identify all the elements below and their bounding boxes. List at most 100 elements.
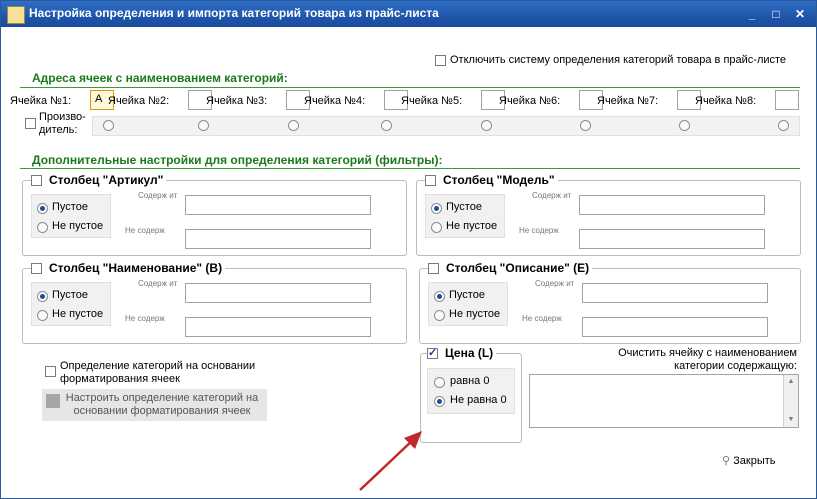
- filter-options: Пустое Не пустое: [428, 282, 508, 326]
- contains-input[interactable]: [582, 283, 768, 303]
- filter-group: Столбец "Артикул" Пустое Не пустое Содерж и…: [22, 173, 407, 256]
- filter-group-label: Столбец "Наименование" (B): [49, 261, 223, 275]
- close-button[interactable]: ⚲ Закрыть: [722, 454, 776, 467]
- contains-label: Содерж ит: [138, 191, 178, 200]
- price-checkbox[interactable]: [427, 346, 438, 359]
- minimize-button[interactable]: _: [742, 5, 762, 23]
- configure-formatting-label: Настроить определение категорий на основ…: [65, 392, 259, 417]
- cell-label-7: Ячейка №7:: [597, 95, 659, 107]
- contains-input[interactable]: [579, 195, 765, 215]
- configure-icon: [46, 394, 60, 408]
- window-title: Настройка определения и импорта категори…: [29, 6, 439, 20]
- not-contains-input[interactable]: [185, 229, 371, 249]
- contains-label: Содерж ит: [138, 279, 178, 288]
- close-icon: ⚲: [722, 455, 731, 467]
- contains-label: Содерж ит: [532, 191, 572, 200]
- filter-group-label: Столбец "Описание" (E): [446, 261, 590, 275]
- filter-group-checkbox[interactable]: [31, 263, 42, 274]
- not-contains-input[interactable]: [582, 317, 768, 337]
- filter-group-label: Столбец "Артикул": [49, 173, 164, 187]
- manufacturer-radio-3[interactable]: [288, 120, 299, 131]
- price-zero-label: равна 0: [450, 375, 490, 387]
- filter-options: Пустое Не пустое: [31, 282, 111, 326]
- cell-label-2: Ячейка №2:: [108, 95, 170, 107]
- scroll-down-icon[interactable]: ▼: [784, 413, 798, 427]
- manufacturer-radio-6[interactable]: [580, 120, 591, 131]
- maximize-button[interactable]: □: [766, 5, 786, 23]
- filter-group-header: Столбец "Модель": [425, 173, 558, 187]
- arrow-line: [359, 438, 415, 491]
- filter-group-checkbox[interactable]: [428, 263, 439, 274]
- manufacturer-radio-7[interactable]: [679, 120, 690, 131]
- memo-scrollbar[interactable]: ▲ ▼: [783, 375, 798, 427]
- price-zero-radio[interactable]: [434, 377, 445, 388]
- cell-label-8: Ячейка №8:: [695, 95, 757, 107]
- title-bar[interactable]: Настройка определения и импорта категори…: [1, 1, 816, 27]
- scroll-up-icon[interactable]: ▲: [784, 375, 798, 389]
- price-group-label: Цена (L): [445, 346, 494, 360]
- filters-section-title: Дополнительные настройки для определения…: [32, 153, 443, 167]
- contains-input[interactable]: [185, 283, 371, 303]
- filter-group-header: Столбец "Артикул": [31, 173, 167, 187]
- cell-input-8[interactable]: [775, 90, 799, 110]
- empty-radio[interactable]: [434, 291, 445, 302]
- not-empty-label: Не пустое: [52, 308, 104, 320]
- filter-group-checkbox[interactable]: [425, 175, 436, 186]
- contains-input[interactable]: [185, 195, 371, 215]
- price-options: равна 0 Не равна 0: [427, 368, 515, 414]
- clear-cell-label: Очистить ячейку с наименованием категори…: [618, 347, 797, 372]
- disable-system-checkbox[interactable]: [435, 55, 446, 66]
- cell-label-3: Ячейка №3:: [206, 95, 268, 107]
- price-nonzero-radio[interactable]: [434, 396, 445, 407]
- not-empty-label: Не пустое: [52, 220, 104, 232]
- empty-radio[interactable]: [37, 203, 48, 214]
- manufacturer-radio-5[interactable]: [481, 120, 492, 131]
- disable-system-label: Отключить систему определения категорий …: [450, 54, 787, 66]
- filter-group-checkbox[interactable]: [31, 175, 42, 186]
- close-button-label: Закрыть: [733, 455, 776, 467]
- empty-radio[interactable]: [431, 203, 442, 214]
- not-contains-input[interactable]: [579, 229, 765, 249]
- manufacturer-radio-1[interactable]: [103, 120, 114, 131]
- cell-label-6: Ячейка №6:: [499, 95, 561, 107]
- price-group: Цена (L) равна 0 Не равна 0: [420, 346, 522, 443]
- empty-label: Пустое: [52, 289, 88, 301]
- formatting-label: Определение категорий на основании форма…: [60, 360, 256, 385]
- manufacturer-radio-8[interactable]: [778, 120, 789, 131]
- empty-label: Пустое: [449, 289, 485, 301]
- annotation-arrow: [359, 431, 422, 491]
- clear-cell-textarea[interactable]: ▲ ▼: [529, 374, 799, 428]
- dialog-window: Настройка определения и импорта категори…: [0, 0, 817, 499]
- app-icon: [7, 6, 25, 24]
- manufacturer-radio-4[interactable]: [381, 120, 392, 131]
- manufacturer-label: Произво- дитель:: [39, 111, 86, 136]
- dialog-content: Отключить систему определения категорий …: [2, 27, 815, 497]
- not-contains-label: Не содерж: [125, 314, 165, 323]
- filter-group-label: Столбец "Модель": [443, 173, 555, 187]
- manufacturer-checkbox[interactable]: [25, 118, 36, 129]
- empty-radio[interactable]: [37, 291, 48, 302]
- empty-label: Пустое: [52, 201, 88, 213]
- formatting-checkbox[interactable]: [45, 366, 56, 377]
- not-contains-label: Не содерж: [522, 314, 562, 323]
- filter-options: Пустое Не пустое: [425, 194, 505, 238]
- not-empty-radio[interactable]: [431, 222, 442, 233]
- not-empty-radio[interactable]: [434, 310, 445, 321]
- section-divider: [20, 87, 800, 88]
- cell-label-5: Ячейка №5:: [401, 95, 463, 107]
- cells-section-title: Адреса ячеек с наименованием категорий:: [32, 71, 288, 85]
- cell-label-4: Ячейка №4:: [304, 95, 366, 107]
- filter-group: Столбец "Описание" (E) Пустое Не пустое Сод…: [419, 261, 801, 344]
- configure-formatting-button[interactable]: Настроить определение категорий на основ…: [42, 389, 267, 421]
- not-empty-radio[interactable]: [37, 310, 48, 321]
- contains-label: Содерж ит: [535, 279, 575, 288]
- not-empty-label: Не пустое: [449, 308, 501, 320]
- not-empty-radio[interactable]: [37, 222, 48, 233]
- manufacturer-radio-2[interactable]: [198, 120, 209, 131]
- cell-label-1: Ячейка №1:: [10, 95, 72, 107]
- not-contains-label: Не содерж: [125, 226, 165, 235]
- not-contains-input[interactable]: [185, 317, 371, 337]
- close-window-button[interactable]: ✕: [790, 5, 810, 23]
- empty-label: Пустое: [446, 201, 482, 213]
- manufacturer-radio-strip: [92, 116, 800, 136]
